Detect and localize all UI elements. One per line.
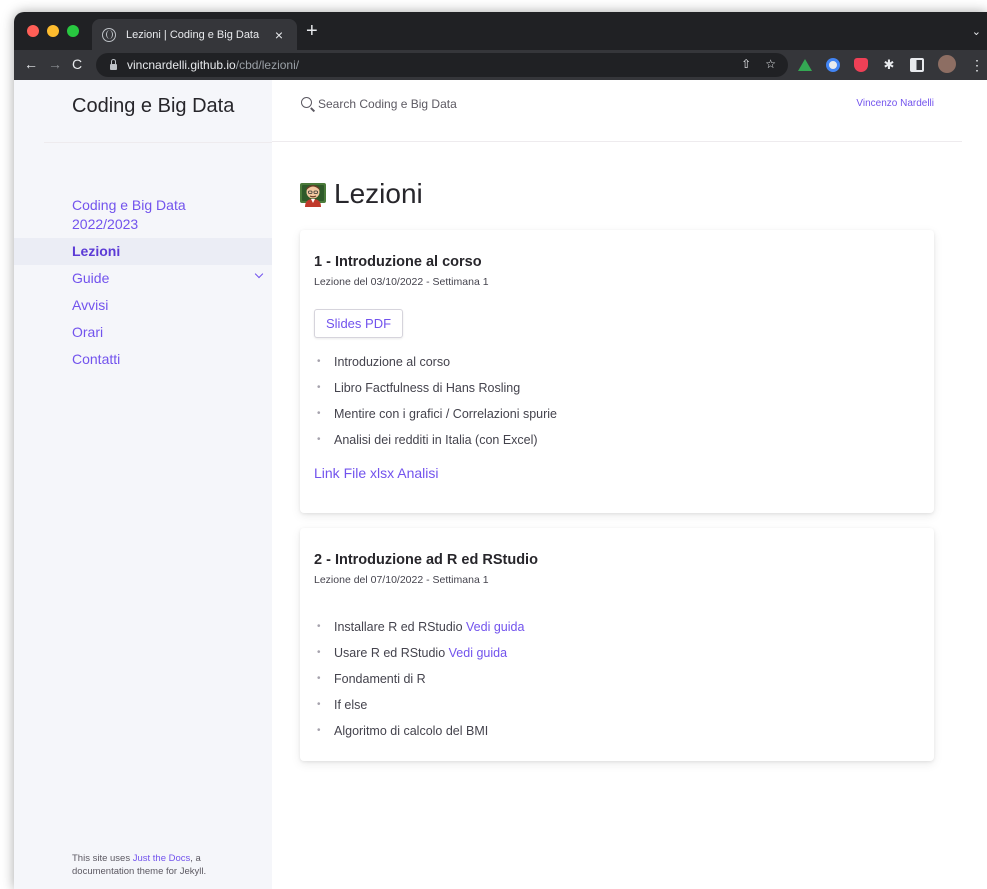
guide-link[interactable]: Vedi guida bbox=[466, 620, 524, 634]
slides-pdf-button[interactable]: Slides PDF bbox=[314, 309, 404, 338]
topic-text: Algoritmo di calcolo del BMI bbox=[334, 724, 489, 738]
lesson-date: Lezione del 07/10/2022 - Settimana 1 bbox=[314, 574, 489, 586]
browser-toolbar: ← → C vincnardelli.github.io/cbd/lezioni… bbox=[14, 50, 987, 80]
list-item: Analisi dei redditi in Italia (con Excel… bbox=[314, 427, 920, 453]
url-path: /cbd/lezioni/ bbox=[235, 58, 300, 72]
topic-text: Installare R ed RStudio bbox=[334, 620, 467, 634]
lesson-card: 1 - Introduzione al corso Lezione del 03… bbox=[300, 230, 934, 513]
list-item: Mentire con i grafici / Correlazioni spu… bbox=[314, 401, 920, 427]
just-the-docs-link[interactable]: Just the Docs bbox=[133, 853, 191, 864]
sidebar-item-label[interactable]: Lezioni bbox=[72, 243, 120, 259]
close-tab-icon[interactable]: × bbox=[271, 27, 287, 43]
list-item: Fondamenti di R bbox=[314, 666, 920, 692]
xlsx-file-link[interactable]: Link File xlsx Analisi bbox=[314, 465, 920, 481]
list-item: Libro Factfulness di Hans Rosling bbox=[314, 375, 920, 401]
address-bar[interactable]: vincnardelli.github.io/cbd/lezioni/ ⇧ ☆ bbox=[96, 53, 788, 77]
list-item: If else bbox=[314, 692, 920, 718]
globe-icon bbox=[102, 27, 116, 42]
sidebar-item-label[interactable]: Orari bbox=[72, 324, 103, 340]
topic-text: Usare R ed RStudio bbox=[334, 646, 449, 660]
sidebar-item-label[interactable]: Contatti bbox=[72, 351, 120, 367]
author-link[interactable]: Vincenzo Nardelli bbox=[856, 98, 934, 109]
lesson-date: Lezione del 03/10/2022 - Settimana 1 bbox=[314, 276, 489, 288]
extension-icon[interactable] bbox=[826, 58, 840, 72]
forward-button[interactable]: → bbox=[48, 55, 62, 73]
site-footer: This site uses Just the Docs, a document… bbox=[72, 852, 252, 878]
main-header: Vincenzo Nardelli bbox=[272, 80, 962, 142]
lock-icon[interactable] bbox=[110, 59, 117, 70]
sidebar-item-label[interactable]: Coding e Big Data 2022/2023 bbox=[72, 196, 202, 234]
search-input[interactable] bbox=[318, 94, 618, 114]
tab-search-icon[interactable]: ⌄ bbox=[972, 25, 981, 38]
list-item: Installare R ed RStudio Vedi guida bbox=[314, 614, 920, 640]
page-title-text: Lezioni bbox=[334, 178, 423, 209]
teacher-emoji-icon bbox=[300, 183, 326, 207]
topic-text: Fondamenti di R bbox=[334, 672, 426, 686]
list-item: Usare R ed RStudio Vedi guida bbox=[314, 640, 920, 666]
sidebar: Coding e Big Data Coding e Big Data 2022… bbox=[14, 80, 272, 889]
minimize-window-button[interactable] bbox=[47, 25, 59, 37]
lesson-topics: Introduzione al corso Libro Factfulness … bbox=[314, 349, 920, 453]
footer-text: This site uses bbox=[72, 853, 133, 864]
sidebar-item-avvisi[interactable]: Avvisi bbox=[14, 292, 272, 319]
bookmark-star-icon[interactable]: ☆ bbox=[765, 57, 776, 71]
site-title[interactable]: Coding e Big Data bbox=[72, 95, 234, 118]
browser-menu-icon[interactable]: ⋮ bbox=[970, 58, 984, 72]
new-tab-button[interactable]: + bbox=[306, 21, 318, 41]
sidebar-item-orari[interactable]: Orari bbox=[14, 319, 272, 346]
topic-text: If else bbox=[334, 698, 368, 712]
browser-tab[interactable]: Lezioni | Coding e Big Data × bbox=[92, 19, 297, 50]
main-content: Vincenzo Nardelli Lezioni 1 - Introdu bbox=[272, 80, 987, 889]
sidebar-nav: Coding e Big Data 2022/2023 Lezioni Guid… bbox=[14, 192, 272, 373]
tab-title: Lezioni | Coding e Big Data bbox=[126, 28, 260, 41]
sidebar-item-guide[interactable]: Guide bbox=[14, 265, 272, 292]
sidebar-item-home[interactable]: Coding e Big Data 2022/2023 bbox=[14, 192, 272, 238]
close-window-button[interactable] bbox=[27, 25, 39, 37]
list-item: Introduzione al corso bbox=[314, 349, 920, 375]
url-host: vincnardelli.github.io bbox=[127, 58, 236, 72]
sidebar-item-lezioni[interactable]: Lezioni bbox=[14, 238, 272, 265]
lesson-title: 1 - Introduzione al corso bbox=[314, 254, 482, 270]
page: Coding e Big Data Coding e Big Data 2022… bbox=[14, 80, 987, 889]
back-button[interactable]: ← bbox=[24, 55, 38, 73]
guide-link[interactable]: Vedi guida bbox=[449, 646, 507, 660]
browser-window: Lezioni | Coding e Big Data × + ⌄ ← → C … bbox=[14, 12, 987, 889]
sidebar-divider bbox=[44, 142, 272, 143]
lesson-title: 2 - Introduzione ad R ed RStudio bbox=[314, 552, 538, 568]
sidebar-item-label[interactable]: Avvisi bbox=[72, 297, 108, 313]
search-icon bbox=[301, 97, 312, 108]
chevron-down-icon[interactable] bbox=[254, 269, 264, 279]
sidebar-item-contatti[interactable]: Contatti bbox=[14, 346, 272, 373]
list-item: Algoritmo di calcolo del BMI bbox=[314, 718, 920, 744]
google-drive-extension-icon[interactable] bbox=[798, 59, 812, 71]
sidebar-item-label[interactable]: Guide bbox=[72, 270, 109, 286]
lesson-topics: Installare R ed RStudio Vedi guida Usare… bbox=[314, 614, 920, 744]
pocket-extension-icon[interactable] bbox=[854, 58, 868, 72]
share-icon[interactable]: ⇧ bbox=[741, 57, 751, 71]
reload-button[interactable]: C bbox=[72, 55, 82, 73]
side-panel-icon[interactable] bbox=[910, 58, 924, 72]
page-title: Lezioni bbox=[300, 178, 423, 210]
lesson-card: 2 - Introduzione ad R ed RStudio Lezione… bbox=[300, 528, 934, 761]
maximize-window-button[interactable] bbox=[67, 25, 79, 37]
extensions-puzzle-icon[interactable]: ✱ bbox=[882, 58, 896, 72]
tab-bar: Lezioni | Coding e Big Data × + ⌄ bbox=[14, 12, 987, 50]
profile-avatar[interactable] bbox=[938, 55, 956, 73]
